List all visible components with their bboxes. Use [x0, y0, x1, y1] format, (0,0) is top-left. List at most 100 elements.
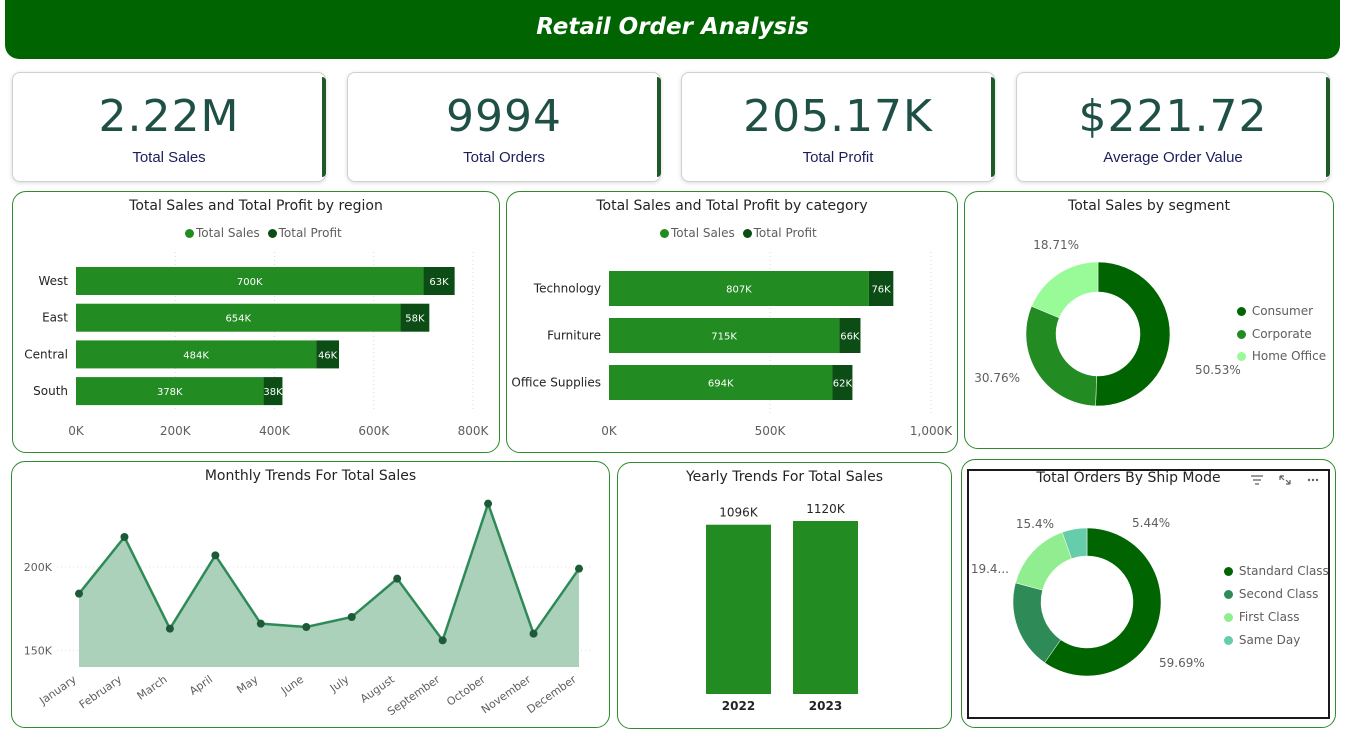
y-category-label: Office Supplies: [511, 376, 601, 390]
legend-dot: [1224, 613, 1233, 622]
dashboard-header: Retail Order Analysis: [5, 0, 1340, 59]
profit-data-label: 46K: [318, 350, 338, 361]
yearly-chart-panel[interactable]: Yearly Trends For Total Sales 1096K 2022 1…: [617, 462, 952, 729]
y-category-label: Furniture: [547, 329, 601, 343]
y-category-label: Central: [24, 347, 68, 361]
x-tick-label: December: [525, 673, 580, 717]
profit-data-label: 62K: [833, 379, 853, 390]
x-tick-label: May: [234, 673, 260, 697]
dashboard-title: Retail Order Analysis: [536, 14, 809, 40]
profit-data-label: 58K: [405, 314, 425, 325]
slice-data-label: 50.53%: [1195, 363, 1241, 377]
kpi-value: 205.17K: [743, 91, 933, 142]
legend-dot: [1224, 590, 1233, 599]
kpi-label: Total Orders: [463, 149, 545, 166]
legend-item: Corporate: [1237, 323, 1326, 346]
yearly-bar-chart: 1096K 2022 1120K 2023: [706, 502, 858, 713]
legend-label: Home Office: [1251, 349, 1327, 363]
legend-item: Second Class: [1224, 583, 1329, 606]
legend-label: Second Class: [1238, 587, 1319, 601]
x-tick-label: August: [358, 672, 398, 705]
sales-data-label: 807K: [726, 285, 752, 296]
x-tick-label: 0K: [68, 424, 85, 438]
kpi-label: Average Order Value: [1103, 149, 1243, 166]
data-point: [347, 613, 356, 621]
bar-data-label: 1096K: [719, 506, 759, 520]
profit-data-label: 66K: [840, 332, 860, 343]
legend-item: Standard Class: [1224, 560, 1329, 583]
legend-item: Consumer: [1237, 300, 1326, 323]
legend-label: Consumer: [1251, 304, 1314, 318]
x-tick-label: February: [77, 673, 125, 712]
donut-slice: [1095, 261, 1171, 407]
monthly-area-chart: 150K 200K JanuaryFebruary March April May June…: [24, 499, 592, 718]
x-tick-label: July: [327, 673, 352, 696]
y-tick-label: 150K: [24, 644, 53, 657]
legend-label: Standard Class: [1238, 564, 1329, 578]
area-fill: [79, 503, 579, 667]
slice-data-label: 18.71%: [1033, 238, 1079, 252]
monthly-chart-panel[interactable]: Monthly Trends For Total Sales 150K 200K J…: [11, 461, 610, 728]
data-point: [75, 589, 83, 598]
x-category-label: 2022: [722, 699, 755, 713]
legend-dot: [1224, 636, 1233, 645]
data-point: [256, 619, 265, 628]
y-category-label: West: [38, 274, 68, 288]
legend-dot: [1237, 307, 1246, 316]
x-tick-label: 1,000K: [910, 424, 953, 438]
slice-data-label: 59.69%: [1159, 656, 1205, 670]
donut-slice: [1025, 305, 1097, 407]
data-point: [120, 533, 129, 541]
legend-item: Home Office: [1237, 345, 1326, 368]
slice-data-label: 5.44%: [1132, 516, 1170, 530]
sales-data-label: 694K: [708, 379, 734, 390]
kpi-card-total-sales[interactable]: 2.22M Total Sales: [12, 72, 326, 182]
x-tick-label: 600K: [358, 424, 390, 438]
profit-data-label: 63K: [429, 277, 449, 288]
kpi-card-total-profit[interactable]: 205.17K Total Profit: [681, 72, 995, 182]
legend-label: Same Day: [1238, 633, 1301, 647]
data-point: [393, 574, 402, 583]
profit-data-label: 76K: [871, 285, 891, 296]
legend-item: First Class: [1224, 606, 1329, 629]
legend-dot: [1237, 352, 1246, 361]
legend-dot: [1237, 329, 1246, 339]
bar-data-label: 1120K: [806, 502, 846, 516]
category-bar-chart: 0K 500K 1,000K Technology 807K 76K Furniture 71…: [511, 252, 953, 438]
sales-data-label: 715K: [711, 332, 737, 343]
region-bar-chart: 0K 200K 400K 600K 800K West 700K 63K East 654K 58K…: [24, 252, 490, 438]
y-tick-label: 200K: [24, 561, 53, 574]
data-point: [484, 499, 493, 508]
slice-data-label: 30.76%: [974, 371, 1020, 385]
chart-legend: Standard Class Second Class First Class …: [1224, 560, 1329, 652]
year-bar: [793, 521, 858, 694]
legend-item: Same Day: [1224, 629, 1329, 652]
slice-data-label: 15.4%: [1016, 517, 1054, 531]
data-point: [302, 623, 311, 631]
kpi-card-total-orders[interactable]: 9994 Total Orders: [347, 72, 661, 182]
x-tick-label: April: [187, 673, 215, 698]
legend-dot: [1224, 567, 1233, 576]
data-point: [165, 624, 174, 633]
donut-slice: [1015, 531, 1072, 591]
region-chart-panel[interactable]: Total Sales and Total Profit by region T…: [12, 191, 500, 453]
slice-data-label: 19.4...: [971, 562, 1009, 576]
category-chart-panel[interactable]: Total Sales and Total Profit by category…: [506, 191, 958, 453]
y-category-label: South: [33, 384, 68, 398]
year-bar: [706, 524, 771, 694]
data-point: [438, 636, 447, 645]
sales-data-label: 378K: [157, 387, 183, 398]
x-tick-label: 200K: [160, 424, 192, 438]
x-category-label: 2023: [809, 699, 842, 713]
legend-label: Corporate: [1251, 326, 1312, 341]
profit-data-label: 38K: [263, 387, 283, 398]
data-point: [529, 629, 538, 638]
segment-chart-panel[interactable]: Total Sales by segment 50.53% 30.76% 18.71…: [964, 191, 1334, 449]
ship-mode-chart-panel[interactable]: Total Orders By Ship Mode 59.69% 19.4... 1…: [961, 459, 1336, 728]
chart-legend: Consumer Corporate Home Office: [1237, 300, 1326, 368]
x-tick-label: 800K: [458, 424, 490, 438]
x-tick-label: January: [36, 673, 79, 708]
kpi-card-average-order-value[interactable]: $221.72 Average Order Value: [1016, 72, 1330, 182]
x-tick-label: 500K: [755, 424, 787, 438]
sales-data-label: 700K: [237, 277, 263, 288]
